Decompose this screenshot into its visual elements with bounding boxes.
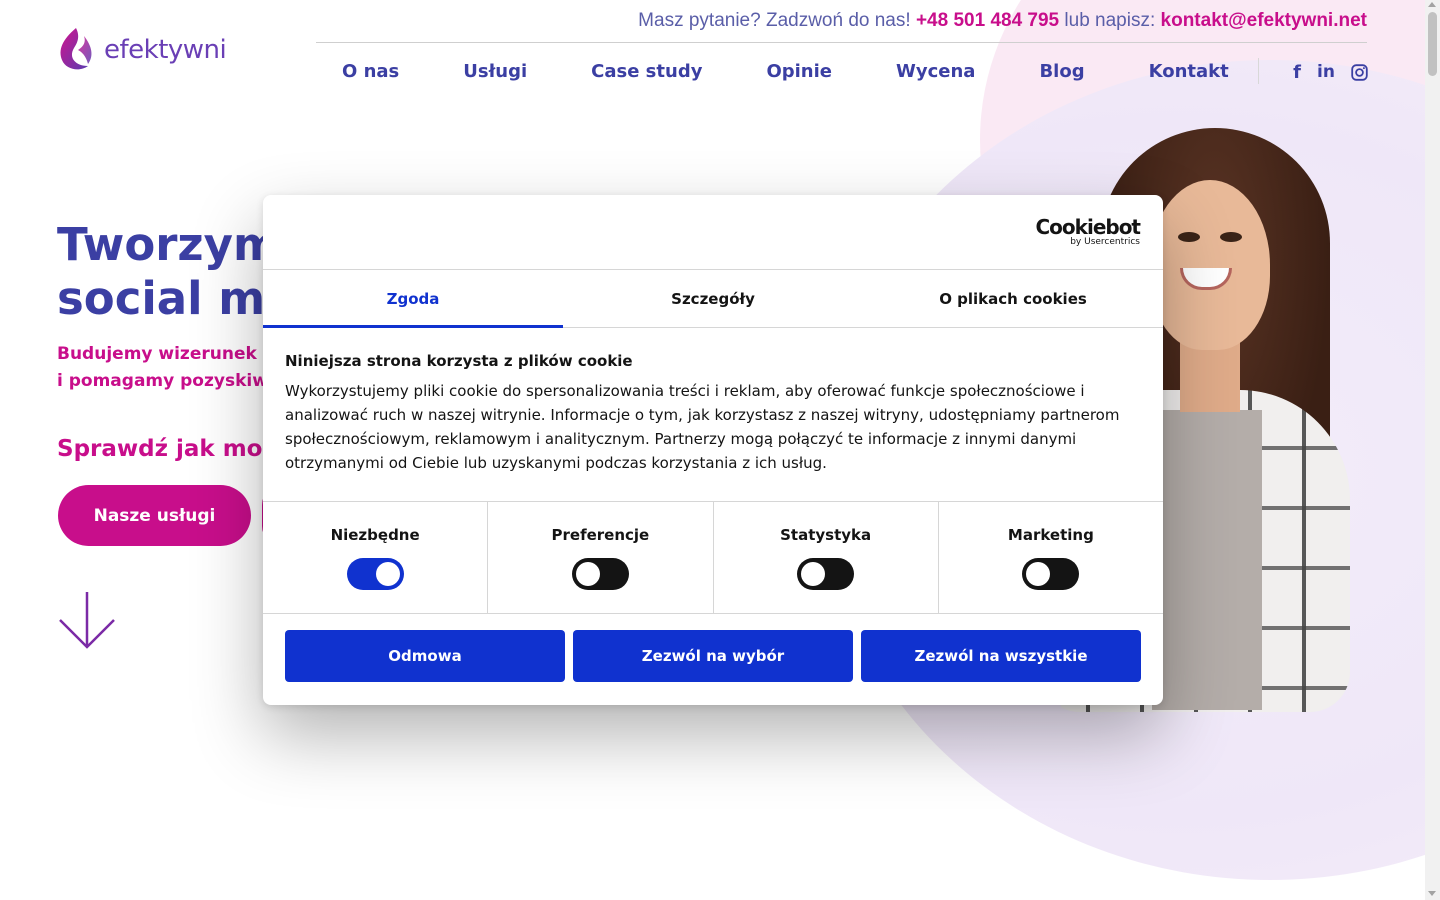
photo-neck <box>1180 342 1240 412</box>
scroll-down-icon[interactable] <box>1428 891 1436 896</box>
hero-title: Tworzym social m <box>57 218 280 326</box>
logo-text: efektywni <box>104 35 227 65</box>
decline-button[interactable]: Odmowa <box>285 630 565 682</box>
nav-item-case-study[interactable]: Case study <box>591 61 702 82</box>
cookie-consent-dialog: Cookiebot by Usercentrics Zgoda Szczegół… <box>263 195 1163 705</box>
cookie-dialog-header: Cookiebot by Usercentrics <box>263 195 1163 270</box>
hero-subtitle-line-2: i pomagamy pozyskiw <box>57 371 268 391</box>
contact-email-link[interactable]: kontakt@efektywni.net <box>1161 10 1367 31</box>
nav-item-o-nas[interactable]: O nas <box>342 61 399 82</box>
contact-bar: Masz pytanie? Zadzwoń do nas! +48 501 48… <box>638 10 1367 32</box>
allow-all-button[interactable]: Zezwól na wszystkie <box>861 630 1141 682</box>
category-label: Niezbędne <box>330 526 420 544</box>
nav-item-opinie[interactable]: Opinie <box>766 61 832 82</box>
photo-eye-right <box>1220 232 1242 242</box>
nav-item-wycena[interactable]: Wycena <box>896 61 975 82</box>
linkedin-icon[interactable]: in <box>1316 62 1336 82</box>
tab-o-plikach-cookies[interactable]: O plikach cookies <box>863 270 1163 327</box>
nav-item-uslugi[interactable]: Usługi <box>463 61 527 82</box>
toggle-knob <box>375 562 400 586</box>
photo-face <box>1150 180 1270 350</box>
contact-question: Masz pytanie? Zadzwoń do nas! <box>638 10 911 31</box>
contact-phone-link[interactable]: +48 501 484 795 <box>916 10 1059 31</box>
site-logo[interactable]: efektywni <box>56 26 227 74</box>
statystyka-toggle[interactable] <box>797 558 855 590</box>
contact-or-write: lub napisz: <box>1064 10 1156 31</box>
facebook-icon[interactable]: f <box>1287 62 1307 83</box>
cookiebot-brand: Cookiebot <box>1035 215 1141 239</box>
nav-item-blog[interactable]: Blog <box>1039 61 1084 82</box>
scrollbar-thumb[interactable] <box>1428 12 1437 76</box>
category-statystyka: Statystyka <box>714 502 939 613</box>
flame-logo-icon <box>60 28 92 70</box>
allow-selection-button[interactable]: Zezwól na wybór <box>573 630 853 682</box>
hero-title-line-1: Tworzym <box>57 218 280 271</box>
nav-separator <box>1258 58 1259 84</box>
instagram-icon[interactable] <box>1349 62 1369 82</box>
niezbedne-toggle[interactable] <box>346 558 404 590</box>
hero-subtitle-line-1: Budujemy wizerunek <box>57 344 257 364</box>
tab-szczegoly[interactable]: Szczegóły <box>563 270 863 327</box>
hero-subtitle: Budujemy wizerunek i pomagamy pozyskiw <box>57 341 268 395</box>
hero-check-text: Sprawdź jak moż <box>57 436 276 462</box>
category-marketing: Marketing <box>939 502 1163 613</box>
scroll-down-arrow-icon[interactable] <box>58 590 116 650</box>
category-preferencje: Preferencje <box>488 502 714 613</box>
toggle-knob <box>801 562 826 586</box>
cookiebot-logo[interactable]: Cookiebot by Usercentrics <box>1036 217 1141 248</box>
cookie-tabs: Zgoda Szczegóły O plikach cookies <box>263 270 1163 328</box>
cookie-actions: Odmowa Zezwól na wybór Zezwól na wszystk… <box>263 614 1163 698</box>
tab-zgoda[interactable]: Zgoda <box>263 270 563 328</box>
toggle-knob <box>1026 562 1051 586</box>
cookie-categories: Niezbędne Preferencje Statystyka Marketi… <box>263 502 1163 614</box>
toggle-knob <box>575 562 600 586</box>
cookie-heading: Niniejsza strona korzysta z plików cooki… <box>285 352 633 370</box>
our-services-button[interactable]: Nasze usługi <box>58 485 251 546</box>
category-label: Preferencje <box>551 526 650 544</box>
marketing-toggle[interactable] <box>1022 558 1080 590</box>
main-nav: O nas Usługi Case study Opinie Wycena Bl… <box>316 59 1267 83</box>
scroll-up-icon[interactable] <box>1428 2 1436 7</box>
photo-eye-left <box>1178 232 1200 242</box>
cookie-description: Wykorzystujemy pliki cookie do spersonal… <box>285 382 1120 472</box>
cookie-dialog-body: Niniejsza strona korzysta z plików cooki… <box>263 328 1163 502</box>
photo-undershirt <box>1152 410 1262 710</box>
header-divider <box>316 42 1367 43</box>
hero-title-line-2: social m <box>57 272 266 325</box>
nav-item-kontakt[interactable]: Kontakt <box>1149 61 1229 82</box>
category-label: Marketing <box>1007 526 1094 544</box>
preferencje-toggle[interactable] <box>571 558 629 590</box>
category-label: Statystyka <box>780 526 872 544</box>
page-scrollbar[interactable] <box>1425 0 1440 900</box>
category-niezbedne: Niezbędne <box>263 502 489 613</box>
